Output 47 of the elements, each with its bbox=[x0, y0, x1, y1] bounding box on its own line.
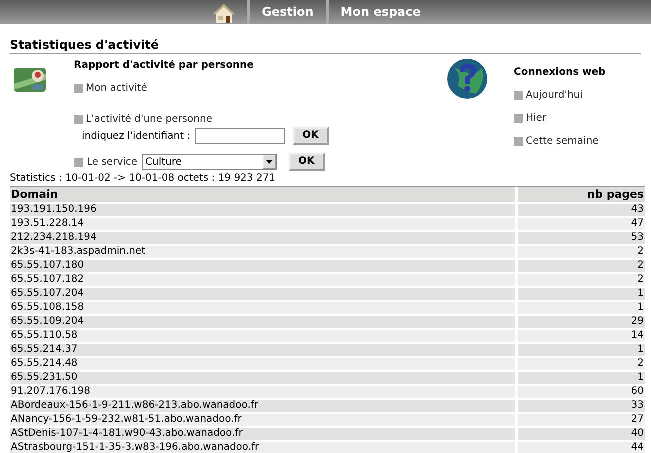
table-cell-text: 65.55.108.158 bbox=[10, 302, 86, 314]
table-cell-text: 65.55.231.50 bbox=[10, 372, 79, 384]
ok-button[interactable]: OK bbox=[288, 153, 325, 171]
table-cell-text: 65.55.109.204 bbox=[10, 316, 86, 328]
report-link[interactable]: L'activité d'une personne bbox=[86, 112, 212, 127]
table-cell-text: AStDenis-107-1-4-181.w90-43.abo.wanadoo.fr bbox=[10, 428, 244, 440]
section-heading: Connexions web bbox=[514, 66, 606, 80]
bullet-icon bbox=[514, 114, 523, 123]
service-link[interactable]: Le service bbox=[87, 154, 138, 170]
bullet-icon bbox=[74, 84, 83, 93]
id-card-icon bbox=[14, 66, 46, 94]
table-cell-text: 91.207.176.198 bbox=[10, 386, 92, 398]
column-header: nb pages bbox=[515, 187, 645, 202]
table-cell-text: 65.55.214.48 bbox=[10, 358, 79, 370]
bullet-icon bbox=[514, 137, 523, 146]
bullet-icon bbox=[74, 115, 83, 124]
table-cell-text: 65.55.107.204 bbox=[10, 288, 86, 300]
table-cell-text: 65.55.107.182 bbox=[10, 274, 86, 286]
table-cell-text: ANancy-156-1-59-232.w81-51.abo.wanadoo.fr bbox=[10, 414, 243, 426]
nav-link[interactable]: Gestion bbox=[247, 0, 326, 24]
report-link[interactable]: Cette semaine bbox=[526, 134, 599, 149]
section-heading: Rapport d'activité par personne bbox=[74, 59, 255, 73]
table-cell-text: ABordeaux-156-1-9-211.w86-213.abo.wanadoo.fr bbox=[10, 400, 260, 412]
report-link[interactable]: Aujourd'hui bbox=[526, 88, 583, 103]
table-cell-text: 65.55.110.58 bbox=[10, 330, 79, 342]
table-cell-text: 65.55.214.37 bbox=[10, 344, 79, 356]
table-cell-text: AStrasbourg-151-1-35-3.w83-196.abo.wanadoo.fr bbox=[10, 442, 260, 453]
table-cell-text: 2k3s-41-183.aspadmin.net bbox=[10, 246, 147, 258]
table-cell-text: 193.191.150.196 bbox=[10, 204, 98, 216]
page-title: Statistiques d'activité bbox=[10, 38, 641, 54]
table-cell: 44 bbox=[515, 442, 645, 453]
table-cell-text: 65.55.107.180 bbox=[10, 260, 86, 272]
service-select[interactable]: Culture bbox=[142, 154, 277, 170]
dropdown-arrow-icon bbox=[266, 160, 273, 164]
help-globe-icon bbox=[446, 58, 489, 100]
ok-button[interactable]: OK bbox=[292, 127, 329, 145]
bullet-icon bbox=[74, 158, 83, 166]
column-header: Domain bbox=[10, 187, 515, 202]
report-link[interactable]: Mon activité bbox=[86, 81, 148, 96]
nav-link[interactable]: Mon espace bbox=[326, 0, 433, 24]
report-link[interactable]: Hier bbox=[526, 111, 547, 126]
identifier-field[interactable] bbox=[194, 128, 285, 144]
house-icon bbox=[213, 4, 235, 24]
table-cell-text: 212.234.218.194 bbox=[10, 232, 98, 244]
id-label: indiquez l'identifiant : bbox=[82, 130, 191, 144]
bullet-icon bbox=[514, 91, 523, 100]
table-cell-text: 193.51.228.14 bbox=[10, 218, 86, 230]
